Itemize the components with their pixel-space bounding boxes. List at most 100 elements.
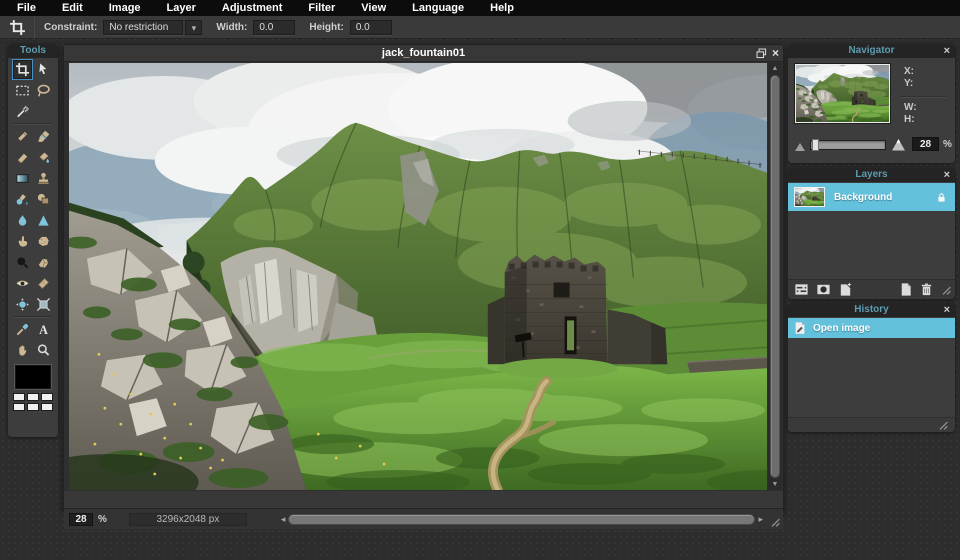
divider [900,96,946,98]
constraint-dropdown-arrow[interactable]: ▾ [185,20,202,35]
tool-zoom[interactable] [33,340,54,361]
burn-icon [15,255,30,270]
zoom-slider-handle[interactable] [812,139,819,151]
menu-item-file[interactable]: File [4,0,49,16]
close-panel-icon[interactable]: × [944,303,950,317]
document-window: jack_fountain01 × ▲ ▼ 28 % 3296x2048 px … [63,44,784,512]
navigator-zoom-value[interactable]: 28 [912,137,939,151]
tool-crop[interactable] [12,59,33,80]
gradient-icon [15,171,30,186]
resize-grip-icon[interactable] [768,515,781,528]
status-zoom-value[interactable]: 28 [69,513,93,526]
width-input[interactable] [253,20,295,35]
menu-item-help[interactable]: Help [477,0,527,16]
lock-icon[interactable] [936,191,947,204]
tool-blur[interactable] [12,210,33,231]
menu-item-filter[interactable]: Filter [295,0,348,16]
new-layer-icon[interactable] [897,282,914,297]
height-input[interactable] [350,20,392,35]
tool-brush[interactable] [33,126,54,147]
pinch-icon [36,297,51,312]
history-footer [788,417,955,432]
tool-red-eye[interactable] [12,273,33,294]
navigator-preview[interactable] [795,64,890,123]
canvas-area: ▲ ▼ 28 % 3296x2048 px ◂ ▸ [64,62,783,491]
tool-dodge[interactable] [33,252,54,273]
layer-settings-icon[interactable] [793,282,810,297]
zoom-in-mountain-icon[interactable] [890,137,907,151]
sponge-icon [36,234,51,249]
panel-resize-grip-icon[interactable] [939,283,952,296]
tool-sharpen[interactable] [33,210,54,231]
menu-item-adjustment[interactable]: Adjustment [209,0,296,16]
tool-clone-stamp[interactable] [33,168,54,189]
tool-spot-heal[interactable] [33,273,54,294]
menu-item-edit[interactable]: Edit [49,0,96,16]
vertical-scroll-thumb[interactable] [770,75,780,478]
constraint-label: Constraint: [44,22,97,33]
close-panel-icon[interactable]: × [944,168,950,182]
swatch-cell[interactable] [13,393,25,401]
height-label: Height: [309,22,343,33]
tool-lasso[interactable] [33,80,54,101]
tool-pencil[interactable] [12,126,33,147]
zoom-out-mountain-icon[interactable] [794,141,806,151]
close-window-icon[interactable]: × [772,46,779,61]
separator [34,16,35,39]
scroll-left-arrow[interactable]: ◂ [281,514,286,525]
sharpen-icon [36,213,51,228]
swatch-cell[interactable] [13,403,25,411]
navigator-zoom-slider[interactable] [810,140,886,150]
tool-color-replace[interactable] [12,189,33,210]
menu-item-language[interactable]: Language [399,0,477,16]
tool-move[interactable] [33,59,54,80]
image-canvas[interactable] [69,63,767,490]
scroll-up-arrow[interactable]: ▲ [768,63,782,74]
tool-hand[interactable] [12,340,33,361]
restore-window-icon[interactable] [755,47,768,60]
delete-layer-icon[interactable] [918,282,935,297]
close-panel-icon[interactable]: × [944,44,950,58]
scroll-down-arrow[interactable]: ▼ [768,479,782,490]
tool-gradient[interactable] [12,168,33,189]
width-label: Width: [216,22,247,33]
tool-pinch[interactable] [33,294,54,315]
tool-smudge[interactable] [12,231,33,252]
layer-row-background[interactable]: Background [788,183,955,211]
history-item-open-image[interactable]: Open image [788,318,955,338]
menu-item-image[interactable]: Image [96,0,154,16]
tool-eraser[interactable] [12,147,33,168]
tool-fill[interactable] [33,147,54,168]
menu-item-view[interactable]: View [348,0,399,16]
tool-color-picker[interactable] [12,319,33,340]
swatch-cell[interactable] [41,403,53,411]
dodge-icon [36,255,51,270]
tool-sponge[interactable] [33,231,54,252]
layers-panel: Layers × Background [788,168,955,299]
drawing-icon [36,192,51,207]
swatch-cell[interactable] [41,393,53,401]
tool-type[interactable]: A [33,319,54,340]
tool-drawing[interactable] [33,189,54,210]
document-title: jack_fountain01 [64,47,783,59]
scroll-right-arrow[interactable]: ▸ [758,514,763,525]
panel-resize-grip-icon[interactable] [936,418,949,431]
tool-bloat[interactable] [12,294,33,315]
tool-wand[interactable] [12,101,33,122]
layer-styles-icon[interactable] [837,282,854,297]
add-layer-mask-icon[interactable] [815,282,832,297]
layers-toolbar [788,279,955,299]
move-icon [36,62,51,77]
vertical-scrollbar[interactable]: ▲ ▼ [768,63,782,490]
constraint-select[interactable]: No restriction [103,20,183,35]
eyedropper-icon [15,322,30,337]
document-title-bar[interactable]: jack_fountain01 × [64,45,783,62]
menu-item-layer[interactable]: Layer [154,0,209,16]
foreground-color-swatch[interactable] [15,365,51,389]
swatch-cell[interactable] [27,403,39,411]
tool-marquee[interactable] [12,80,33,101]
tool-burn[interactable] [12,252,33,273]
navigator-h-label: H: [904,114,915,125]
swatch-cell[interactable] [27,393,39,401]
horizontal-scroll-thumb[interactable] [288,514,755,525]
